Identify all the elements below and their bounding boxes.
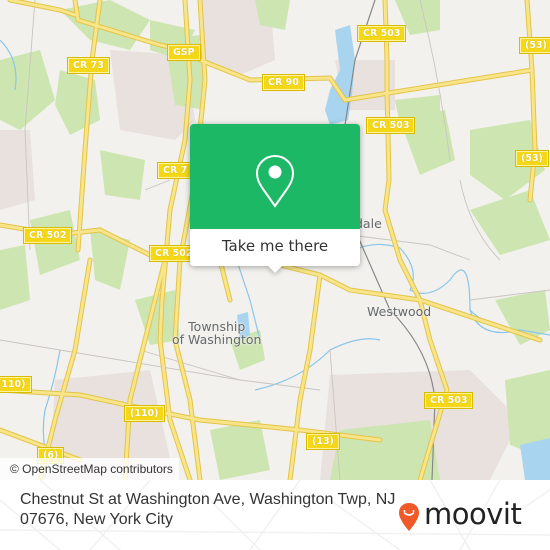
map[interactable]: CR 73 GSP CR 90 CR 503 CR 503 CR 503 (53… bbox=[0, 0, 550, 480]
take-me-there-button[interactable]: Take me there bbox=[190, 236, 360, 256]
road-shield-cr7: CR 7 bbox=[156, 162, 194, 179]
road-shield-cr502-left: CR 502 bbox=[22, 227, 73, 244]
place-label-westwood: Westwood bbox=[367, 304, 432, 319]
road-shield-cr90: CR 90 bbox=[262, 74, 305, 91]
moovit-wordmark: moovit bbox=[424, 497, 522, 531]
place-label-township: Township of Washington bbox=[172, 320, 261, 346]
moovit-logo[interactable]: moovit bbox=[398, 497, 533, 538]
road-shield-cr503-top: CR 503 bbox=[356, 25, 407, 42]
road-shield-53-top: (53) bbox=[519, 37, 550, 54]
map-pin-icon bbox=[255, 154, 295, 208]
map-attribution[interactable]: © OpenStreetMap contributors bbox=[0, 458, 179, 480]
road-shield-110-mid: (110) bbox=[124, 405, 165, 422]
moovit-pin-icon bbox=[399, 503, 419, 531]
road-shield-53-mid: (53) bbox=[515, 150, 549, 167]
road-shield-cr73: CR 73 bbox=[67, 57, 110, 74]
place-label-line: of Washington bbox=[172, 332, 262, 347]
take-me-there-popup[interactable]: Take me there bbox=[190, 124, 360, 273]
stop-address: Chestnut St at Washington Ave, Washingto… bbox=[20, 491, 396, 528]
road-shield-cr503-mid: CR 503 bbox=[365, 117, 416, 134]
footer: Chestnut St at Washington Ave, Washingto… bbox=[0, 480, 550, 550]
road-shield-cr503-bottom: CR 503 bbox=[423, 392, 474, 409]
road-shield-gsp: GSP bbox=[167, 44, 201, 61]
road-shield-110-left: (110) bbox=[0, 376, 32, 393]
popup-pointer bbox=[266, 264, 284, 273]
road-shield-13: (13) bbox=[306, 433, 340, 450]
